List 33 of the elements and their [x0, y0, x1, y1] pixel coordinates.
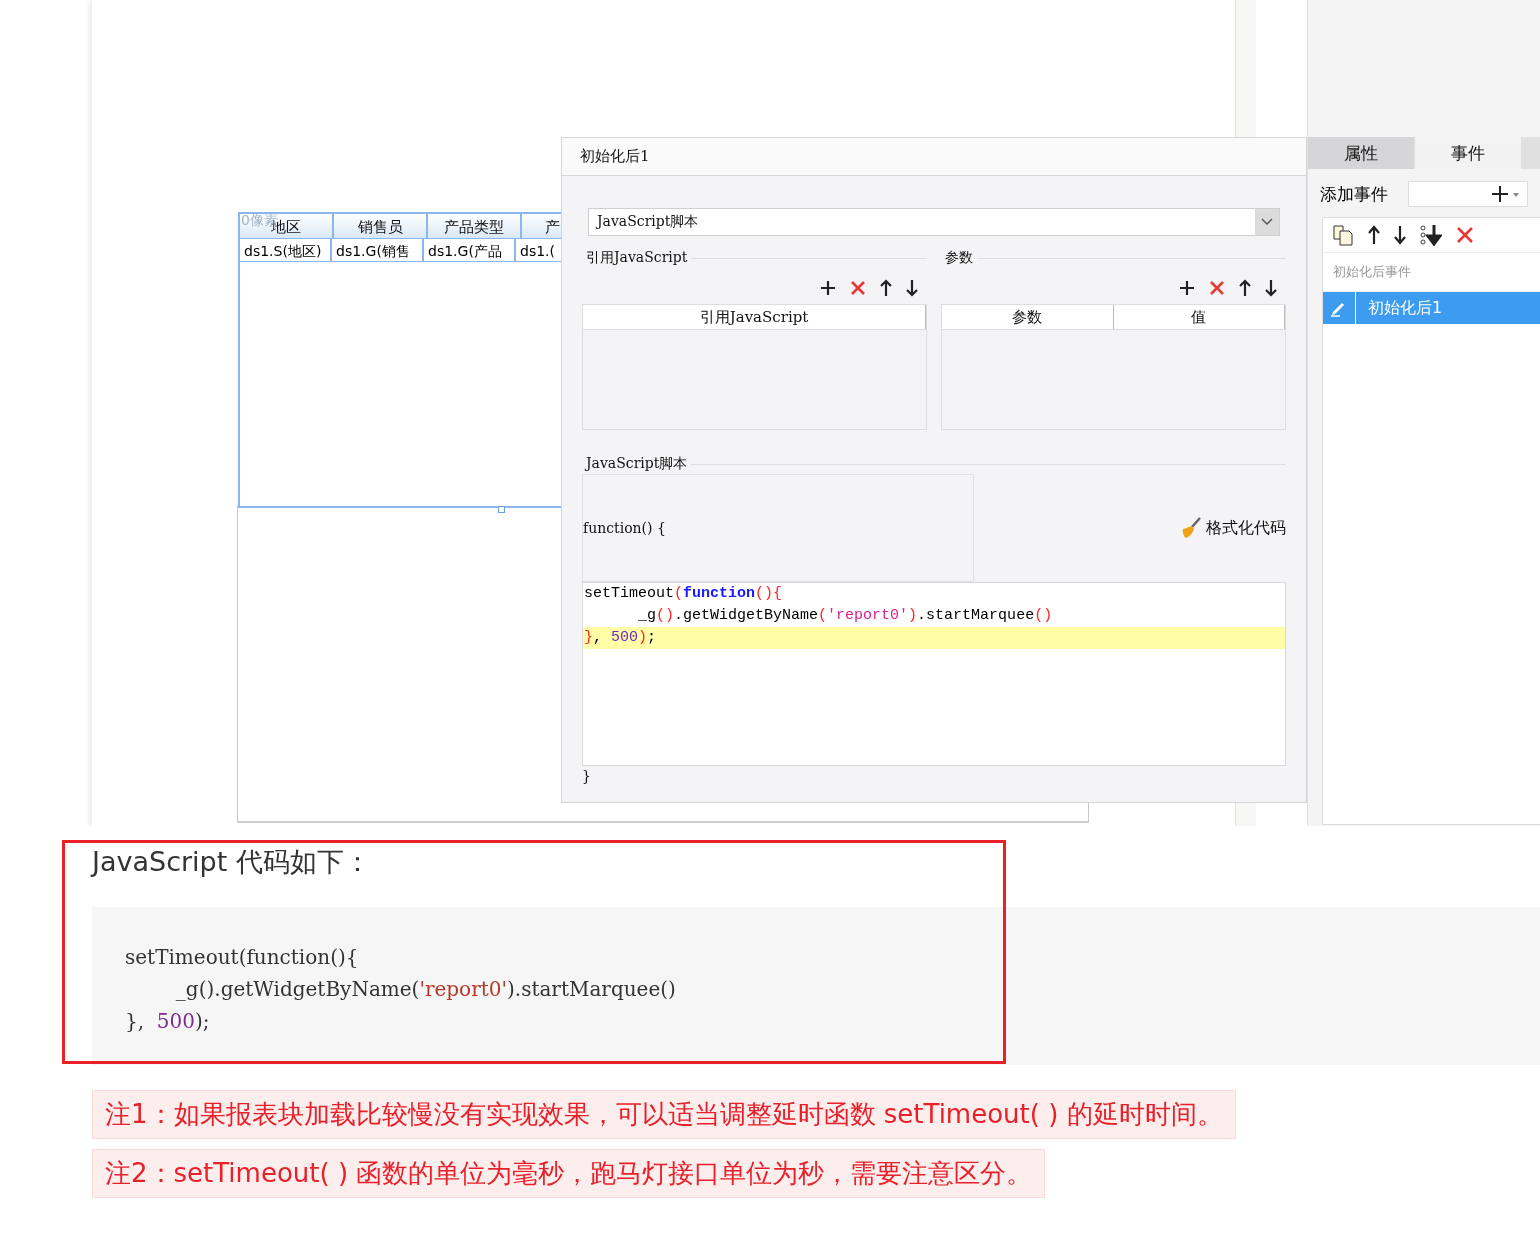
panel-tab[interactable]: 属性 [1308, 137, 1414, 169]
section-title: 引用JavaScript [585, 249, 688, 267]
section-title: 参数 [944, 249, 973, 267]
column-header: 值 [1113, 305, 1285, 329]
resize-handle[interactable] [498, 506, 505, 513]
header-cell: 销售员 [334, 214, 428, 238]
format-code-button[interactable]: 格式化代码 [1180, 517, 1286, 539]
code-line: setTimeout(function(){ [583, 584, 784, 604]
code-line: _g().getWidgetByName('report0').startMarquee() [637, 606, 1054, 626]
chevron-down-icon [1255, 209, 1279, 235]
code-line: _g().getWidgetByName('report0').startMarquee() [174, 976, 677, 1003]
script-type-dropdown[interactable]: JavaScript脚本 [588, 208, 1280, 236]
plus-caret-icon [1491, 185, 1521, 203]
code-editor[interactable]: setTimeout(function(){ _g().getWidgetByName('report0').startMarquee() }, 500); [582, 582, 1286, 766]
section-title: JavaScript脚本 [583, 455, 688, 473]
column-header: 参数 [942, 305, 1114, 329]
field-cell: ds1.S(地区) [240, 238, 332, 262]
code-line: }, 500); [125, 1008, 211, 1035]
note-text: 注1：如果报表块加载比较慢没有实现效果，可以适当调整延时函数 setTimeout( ) 的延时时间。 [92, 1090, 1236, 1139]
function-closing: } [582, 767, 592, 784]
function-header: function() { [583, 520, 666, 536]
broom-icon [1180, 517, 1202, 539]
field-cell: ds1.G(产品 [424, 238, 516, 262]
field-cell: ds1.G(销售 [332, 238, 424, 262]
dialog-title: 初始化后1 [562, 138, 1306, 176]
note-text: 注2：setTimeout( ) 函数的单位为毫秒，跑马灯接口单位为秒，需要注意区分。 [92, 1149, 1046, 1198]
add-event-dropdown[interactable] [1408, 181, 1528, 207]
panel-tab[interactable]: 事件 [1415, 137, 1521, 169]
header-cell: 产品类型 [428, 214, 522, 238]
column-header: 引用JavaScript [583, 305, 926, 329]
section-heading: JavaScript 代码如下： [92, 845, 372, 879]
add-event-label: 添加事件 [1320, 182, 1388, 206]
code-line: setTimeout(function(){ [125, 944, 360, 971]
